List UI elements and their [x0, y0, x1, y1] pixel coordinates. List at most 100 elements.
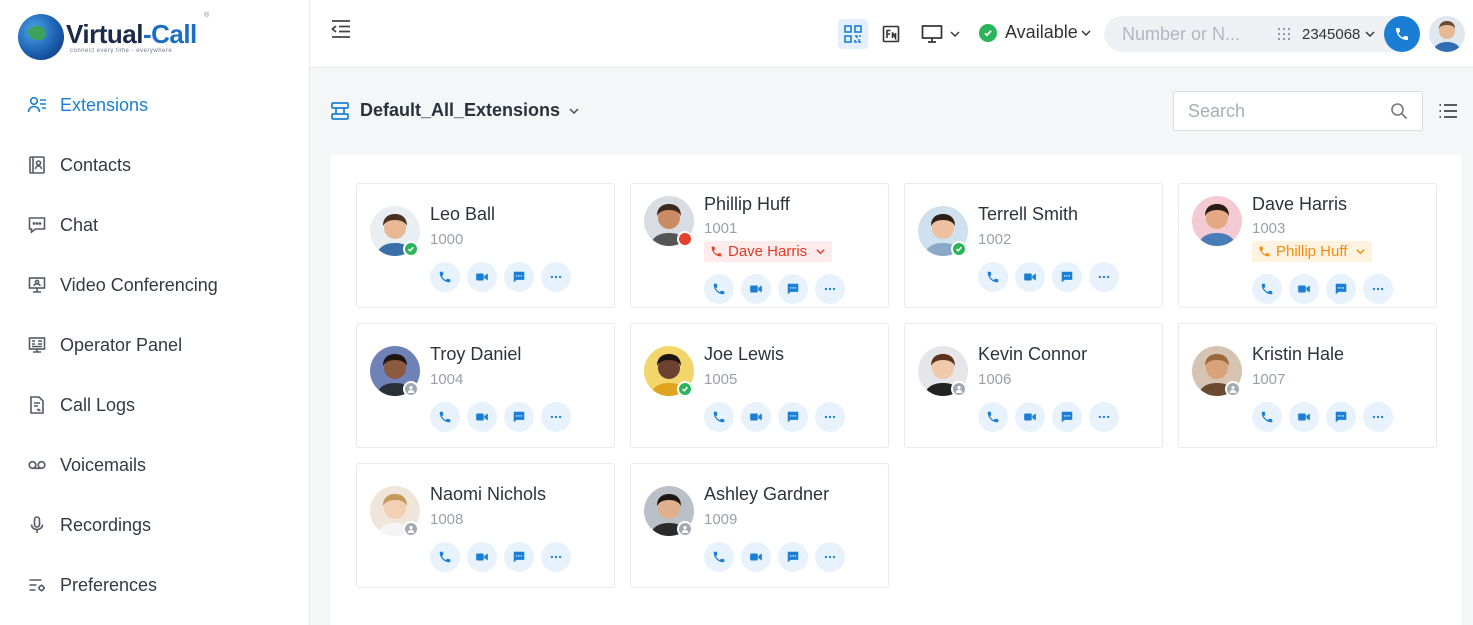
video-call-button[interactable] — [1289, 402, 1319, 432]
call-button[interactable] — [1384, 16, 1420, 52]
user-avatar[interactable] — [1429, 16, 1465, 52]
chat-button[interactable] — [504, 542, 534, 572]
function-keys-icon[interactable] — [876, 19, 906, 49]
sidebar-item-voicemails[interactable]: Voicemails — [0, 435, 309, 495]
chat-button[interactable] — [1052, 402, 1082, 432]
extension-number: 1007 — [1252, 371, 1286, 388]
more-options-button[interactable] — [1363, 274, 1393, 304]
sidebar-item-label: Call Logs — [60, 394, 136, 415]
sidebar-item-recordings[interactable]: Recordings — [0, 495, 309, 555]
extension-number: 1000 — [430, 231, 464, 248]
sidebar-item-call-logs[interactable]: Call Logs — [0, 375, 309, 435]
active-call-tag[interactable]: Dave Harris — [704, 241, 833, 262]
call-button[interactable] — [1252, 274, 1282, 304]
extension-group-selector[interactable]: Default_All_Extensions — [360, 100, 580, 121]
call-button[interactable] — [978, 262, 1008, 292]
extension-card[interactable]: Dave Harris 1003 Phillip Huff — [1178, 183, 1437, 308]
extension-card[interactable]: Ashley Gardner 1009 — [630, 463, 889, 588]
more-options-button[interactable] — [815, 274, 845, 304]
call-button[interactable] — [1252, 402, 1282, 432]
call-button[interactable] — [978, 402, 1008, 432]
chat-icon — [1061, 411, 1073, 423]
video-call-button[interactable] — [741, 402, 771, 432]
more-icon — [1098, 415, 1110, 419]
more-icon — [550, 415, 562, 419]
extension-name: Kristin Hale — [1252, 344, 1345, 364]
sidebar-item-chat[interactable]: Chat — [0, 195, 309, 255]
video-call-button[interactable] — [1015, 262, 1045, 292]
call-button[interactable] — [704, 542, 734, 572]
sidebar-item-contacts[interactable]: Contacts — [0, 135, 309, 195]
video-call-button[interactable] — [1015, 402, 1045, 432]
more-options-button[interactable] — [1089, 262, 1119, 292]
sidebar-item-preferences[interactable]: Preferences — [0, 555, 309, 615]
video-call-button[interactable] — [467, 542, 497, 572]
phone-icon — [439, 551, 451, 563]
call-button[interactable] — [430, 402, 460, 432]
extension-card[interactable]: Troy Daniel 1004 — [356, 323, 615, 448]
dial-number-input[interactable] — [1122, 23, 1262, 45]
video-icon — [750, 285, 762, 293]
video-call-button[interactable] — [741, 542, 771, 572]
chat-icon — [26, 214, 48, 236]
globe-logo-icon — [18, 14, 64, 60]
call-button[interactable] — [704, 274, 734, 304]
presence-status-dropdown[interactable]: Available — [979, 22, 1092, 43]
chat-button[interactable] — [1326, 402, 1356, 432]
more-options-button[interactable] — [815, 542, 845, 572]
extension-card[interactable]: Kristin Hale 1007 — [1178, 323, 1437, 448]
list-view-icon[interactable] — [1438, 101, 1458, 121]
sidebar-item-video-conferencing[interactable]: Video Conferencing — [0, 255, 309, 315]
search-input[interactable] — [1188, 100, 1378, 122]
chat-button[interactable] — [778, 542, 808, 572]
more-options-button[interactable] — [541, 542, 571, 572]
call-button[interactable] — [430, 542, 460, 572]
collapse-sidebar-icon[interactable] — [330, 18, 352, 40]
extension-card[interactable]: Naomi Nichols 1008 — [356, 463, 615, 588]
dialpad-icon[interactable] — [1276, 26, 1292, 42]
video-icon — [476, 553, 488, 561]
more-options-button[interactable] — [541, 402, 571, 432]
caller-extension-value: 2345068 — [1302, 25, 1361, 43]
more-options-button[interactable] — [1363, 402, 1393, 432]
chat-button[interactable] — [1326, 274, 1356, 304]
video-call-button[interactable] — [467, 262, 497, 292]
chevron-down-icon — [1081, 30, 1091, 36]
more-options-button[interactable] — [1089, 402, 1119, 432]
sidebar-item-label: Voicemails — [60, 454, 147, 475]
call-button[interactable] — [704, 402, 734, 432]
chat-button[interactable] — [1052, 262, 1082, 292]
caller-extension-select[interactable]: 2345068 — [1302, 26, 1376, 43]
more-icon — [1372, 287, 1384, 291]
search-icon[interactable] — [1390, 102, 1408, 120]
chat-button[interactable] — [778, 274, 808, 304]
extension-card[interactable]: Leo Ball 1000 — [356, 183, 615, 308]
more-options-button[interactable] — [541, 262, 571, 292]
active-call-tag[interactable]: Phillip Huff — [1252, 241, 1373, 262]
sidebar-item-extensions[interactable]: Extensions — [0, 75, 309, 135]
sidebar-item-operator-panel[interactable]: Operator Panel — [0, 315, 309, 375]
video-icon — [750, 413, 762, 421]
chat-button[interactable] — [504, 262, 534, 292]
video-call-button[interactable] — [741, 274, 771, 304]
app-logo[interactable]: Virtual-Call connect every time - everyw… — [18, 12, 209, 60]
video-call-button[interactable] — [467, 402, 497, 432]
extension-name: Terrell Smith — [978, 204, 1079, 224]
extension-actions — [704, 542, 845, 572]
extension-name: Phillip Huff — [704, 194, 790, 214]
video-icon — [1024, 273, 1036, 281]
extension-card[interactable]: Phillip Huff 1001 Dave Harris — [630, 183, 889, 308]
extension-name: Kevin Connor — [978, 344, 1088, 364]
chat-button[interactable] — [504, 402, 534, 432]
extension-card[interactable]: Kevin Connor 1006 — [904, 323, 1163, 448]
chat-button[interactable] — [778, 402, 808, 432]
more-options-button[interactable] — [815, 402, 845, 432]
call-button[interactable] — [430, 262, 460, 292]
extension-card[interactable]: Terrell Smith 1002 — [904, 183, 1163, 308]
busy-status-icon — [677, 231, 693, 247]
preferences-icon — [26, 574, 48, 596]
desktop-device-selector[interactable] — [919, 19, 963, 49]
video-call-button[interactable] — [1289, 274, 1319, 304]
extension-card[interactable]: Joe Lewis 1005 — [630, 323, 889, 448]
qr-code-icon[interactable] — [838, 19, 868, 49]
